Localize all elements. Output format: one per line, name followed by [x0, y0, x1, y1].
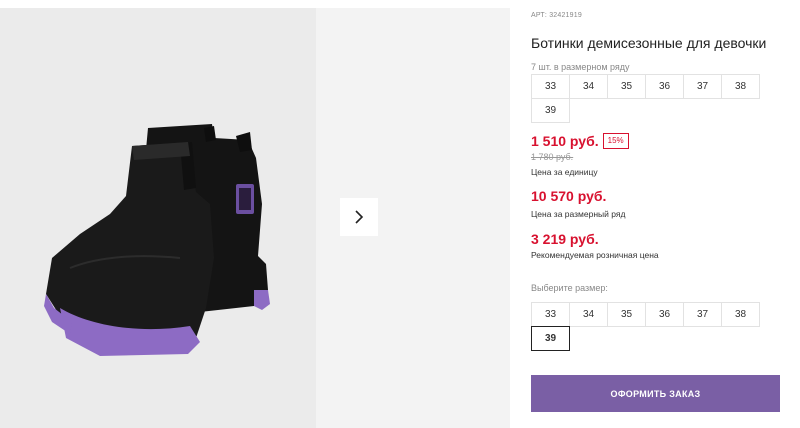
- product-gallery: [0, 8, 510, 428]
- product-title: Ботинки демисезонные для девочки: [531, 35, 767, 51]
- size-option-34[interactable]: 34: [569, 302, 608, 327]
- size-row-cell: 33: [531, 74, 570, 99]
- size-row-cell: 34: [569, 74, 608, 99]
- size-option-36[interactable]: 36: [645, 302, 684, 327]
- product-photo[interactable]: [0, 8, 316, 428]
- size-row-cell: 35: [607, 74, 646, 99]
- unit-price-caption: Цена за единицу: [531, 167, 598, 177]
- front-boot: [44, 142, 214, 356]
- unit-price-block: 1 510 руб. 15%: [531, 133, 629, 149]
- discount-badge: 15%: [602, 133, 629, 149]
- size-option-37[interactable]: 37: [683, 302, 722, 327]
- order-button[interactable]: ОФОРМИТЬ ЗАКАЗ: [531, 375, 780, 412]
- chevron-right-icon: [355, 210, 364, 224]
- choose-size-label: Выберите размер:: [531, 283, 608, 293]
- row-price: 10 570 руб.: [531, 188, 607, 204]
- row-price-caption: Цена за размерный ряд: [531, 209, 626, 219]
- retail-price-caption: Рекомендуемая розничная цена: [531, 250, 659, 260]
- size-option-38[interactable]: 38: [721, 302, 760, 327]
- article-number: АРТ: 32421919: [531, 12, 582, 19]
- unit-price: 1 510 руб.: [531, 133, 599, 149]
- size-row-cell: 37: [683, 74, 722, 99]
- size-option-33[interactable]: 33: [531, 302, 570, 327]
- size-option-39[interactable]: 39: [531, 326, 570, 351]
- size-row-cell: 36: [645, 74, 684, 99]
- size-row-cell: 38: [721, 74, 760, 99]
- next-image-button[interactable]: [340, 198, 378, 236]
- retail-price: 3 219 руб.: [531, 231, 599, 247]
- size-option-35[interactable]: 35: [607, 302, 646, 327]
- old-price: 1 780 руб.: [531, 152, 574, 162]
- size-picker: 33 34 35 36 37 38 39: [531, 302, 760, 351]
- size-row-grid: 33 34 35 36 37 38 39: [531, 74, 760, 123]
- boots-image: [44, 124, 270, 356]
- size-row-cell: 39: [531, 98, 570, 123]
- size-row-note: 7 шт. в размерном ряду: [531, 62, 630, 72]
